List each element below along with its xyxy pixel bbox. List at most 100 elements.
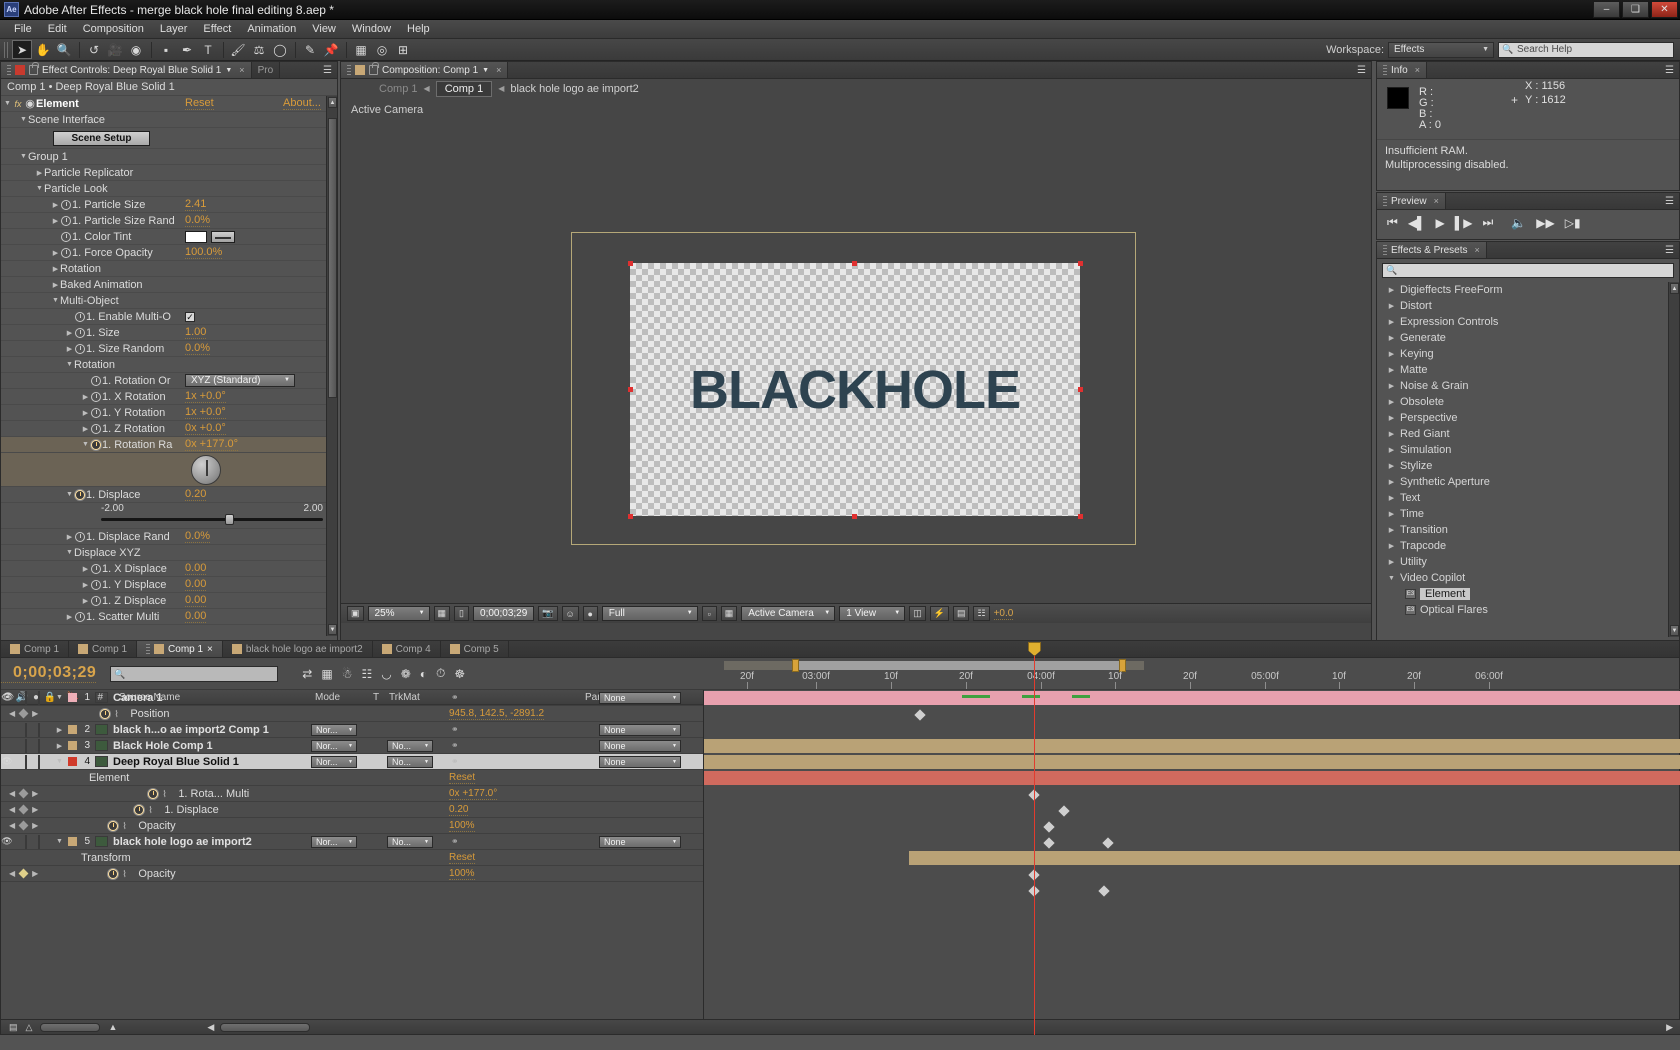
graph-editor-icon[interactable]: ⌇ bbox=[162, 789, 174, 799]
disclosure-triangle-icon[interactable] bbox=[81, 393, 90, 401]
always-preview-icon[interactable]: ▣ bbox=[347, 606, 364, 621]
fx-property-row[interactable]: 1. X Displace 0.00 bbox=[1, 561, 337, 577]
chevron-down-icon[interactable]: ▼ bbox=[225, 67, 232, 74]
disclosure-triangle-icon[interactable] bbox=[19, 116, 28, 123]
last-frame-icon[interactable]: ⏭ bbox=[1483, 215, 1494, 230]
timeline-tab-4[interactable]: Comp 4 bbox=[372, 641, 441, 657]
enable-multi-object-checkbox[interactable]: ✓ bbox=[185, 311, 195, 322]
breadcrumb-item-1[interactable]: Comp 1 bbox=[435, 80, 493, 97]
pan-behind-tool-icon[interactable]: ◉ bbox=[126, 40, 146, 59]
property-value[interactable]: 100% bbox=[449, 820, 475, 832]
timeline-ruler[interactable]: 20f 03:00f 10f 20f 04:00f 10f 20f 05:00f 10f 20f 0… bbox=[704, 658, 1680, 690]
breadcrumb-item-2[interactable]: black hole logo ae import2 bbox=[510, 83, 638, 95]
tab-composition-comp1[interactable]: Composition: Comp 1 ▼ × bbox=[341, 62, 509, 78]
comp-flowchart-icon[interactable]: ☷ bbox=[973, 606, 990, 621]
fx-group-rotation-sub[interactable]: Rotation bbox=[1, 357, 337, 373]
disclosure-triangle-icon[interactable] bbox=[55, 758, 64, 765]
disclosure-triangle-icon[interactable] bbox=[65, 613, 74, 621]
layer-name[interactable]: Camera 1 bbox=[108, 692, 163, 704]
disclosure-triangle-icon[interactable] bbox=[1387, 350, 1396, 358]
timeline-track-area[interactable] bbox=[704, 690, 1680, 1020]
layer-trkmat-select[interactable]: No... bbox=[387, 739, 433, 752]
breadcrumb-item-0[interactable]: Comp 1 bbox=[379, 83, 418, 95]
stopwatch-icon-active[interactable] bbox=[100, 708, 111, 719]
keyframe-navigator[interactable]: ◀ ▶ bbox=[1, 708, 38, 719]
ram-preview-icon[interactable]: ▷▮ bbox=[1565, 216, 1581, 230]
keyframe-marker-icon[interactable] bbox=[18, 788, 29, 799]
timeline-property-row[interactable]: ◀ ▶ ⌇ 1. Displace 0.20 bbox=[1, 802, 703, 818]
disclosure-triangle-icon[interactable] bbox=[1387, 478, 1396, 486]
selection-tool-icon[interactable]: ➤ bbox=[12, 40, 32, 59]
layer-mode-select[interactable]: Nor... bbox=[311, 739, 357, 752]
disclosure-triangle-icon[interactable] bbox=[81, 565, 90, 573]
draft-3d-icon[interactable]: ▦ bbox=[321, 667, 332, 681]
effects-category-row[interactable]: Obsolete bbox=[1377, 394, 1679, 410]
brainstorm-icon[interactable]: ❁ bbox=[401, 667, 411, 681]
view-layout-select[interactable]: 1 View bbox=[839, 606, 906, 621]
stopwatch-icon-active[interactable] bbox=[90, 439, 102, 451]
close-icon[interactable]: × bbox=[207, 644, 213, 655]
lock-toggle[interactable] bbox=[38, 722, 40, 737]
chevron-down-icon[interactable]: ▼ bbox=[482, 67, 489, 74]
effects-category-row[interactable]: Stylize bbox=[1377, 458, 1679, 474]
disclosure-triangle-icon[interactable] bbox=[1387, 526, 1396, 534]
layer-mode-select[interactable]: Nor... bbox=[311, 723, 357, 736]
tab-grip-icon[interactable] bbox=[146, 643, 151, 655]
grid-guides-icon[interactable]: ▦ bbox=[351, 40, 371, 59]
layer-name[interactable]: black h...o ae import2 Comp 1 bbox=[108, 724, 269, 736]
camera-tool-icon[interactable]: 🎥 bbox=[105, 40, 125, 59]
stopwatch-icon[interactable] bbox=[74, 611, 86, 623]
effects-category-row[interactable]: Generate bbox=[1377, 330, 1679, 346]
layer-parent-select[interactable]: None bbox=[599, 755, 681, 768]
scrollbar-thumb[interactable] bbox=[328, 118, 337, 398]
parent-pickwhip-icon[interactable]: ⚭ bbox=[451, 692, 459, 703]
menu-item-layer[interactable]: Layer bbox=[152, 20, 196, 39]
pixel-aspect-correction-icon[interactable]: ◫ bbox=[909, 606, 926, 621]
keyframe-marker[interactable] bbox=[1043, 837, 1055, 849]
disclosure-triangle-icon[interactable] bbox=[1387, 286, 1396, 294]
keyframe-marker-icon[interactable] bbox=[18, 868, 29, 879]
solo-toggle[interactable] bbox=[25, 690, 27, 705]
fx-property-row[interactable]: 1. Size 1.00 bbox=[1, 325, 337, 341]
disclosure-triangle-icon[interactable] bbox=[1387, 414, 1396, 422]
disclosure-triangle-icon[interactable] bbox=[35, 169, 44, 177]
scroll-down-icon[interactable]: ▼ bbox=[328, 624, 337, 635]
property-value[interactable]: 0.00 bbox=[185, 594, 207, 607]
timeline-layer-row[interactable]: 👁 5 black hole logo ae import2 Nor... No... ⚭… bbox=[1, 834, 703, 850]
fx-property-row[interactable]: 1. Z Displace 0.00 bbox=[1, 593, 337, 609]
fx-group-scene-interface[interactable]: Scene Interface bbox=[1, 112, 337, 128]
disclosure-triangle-icon[interactable] bbox=[81, 597, 90, 605]
timeline-tab-3[interactable]: black hole logo ae import2 bbox=[222, 641, 373, 657]
zoom-in-icon[interactable]: ▲ bbox=[100, 1022, 117, 1032]
property-value[interactable]: 0x +0.0° bbox=[185, 422, 226, 435]
timeline-property-row[interactable]: ◀ ▶ ⌇ Opacity 100% bbox=[1, 866, 703, 882]
keyframe-navigator[interactable]: ◀ ▶ bbox=[1, 788, 38, 799]
work-area-start-handle[interactable] bbox=[792, 659, 799, 672]
region-of-interest-toggle-icon[interactable]: ▫ bbox=[701, 606, 717, 621]
disclosure-triangle-icon[interactable] bbox=[51, 249, 60, 257]
keyframe-navigator[interactable]: ◀ ▶ bbox=[1, 804, 38, 815]
fx-group-group1[interactable]: Group 1 bbox=[1, 149, 337, 165]
disclosure-triangle-icon[interactable] bbox=[81, 409, 90, 417]
motion-blur-icon[interactable]: ◡ bbox=[381, 667, 391, 681]
stopwatch-icon[interactable] bbox=[60, 199, 72, 211]
property-value[interactable]: Reset bbox=[449, 772, 476, 784]
effects-category-row[interactable]: Time bbox=[1377, 506, 1679, 522]
tab-grip-icon[interactable] bbox=[1383, 64, 1387, 76]
keyframe-marker-icon[interactable] bbox=[18, 804, 29, 815]
layer-mode-select[interactable]: Nor... bbox=[311, 835, 357, 848]
graph-editor-icon[interactable]: ◐ bbox=[420, 667, 427, 681]
search-help-input[interactable]: Search Help bbox=[1498, 41, 1674, 58]
disclosure-triangle-icon[interactable] bbox=[1387, 430, 1396, 438]
fx-property-row[interactable]: 1. Displace Rand 0.0% bbox=[1, 529, 337, 545]
disclosure-triangle-icon[interactable] bbox=[3, 100, 12, 107]
property-value[interactable]: 100% bbox=[449, 868, 475, 880]
timeline-property-row[interactable]: Element Reset bbox=[1, 770, 703, 786]
timeline-property-row[interactable]: ◀ ▶ ⌇ Position 945.8, 142.5, -2891.2 bbox=[1, 706, 703, 722]
workspace-select[interactable]: Effects bbox=[1388, 41, 1494, 58]
fx-group-baked-animation[interactable]: Baked Animation bbox=[1, 277, 337, 293]
pen-tool-icon[interactable]: ✒ bbox=[177, 40, 197, 59]
disclosure-triangle-icon[interactable] bbox=[65, 361, 74, 368]
effects-category-row[interactable]: Expression Controls bbox=[1377, 314, 1679, 330]
previous-keyframe-icon[interactable]: ◀ bbox=[9, 789, 15, 798]
